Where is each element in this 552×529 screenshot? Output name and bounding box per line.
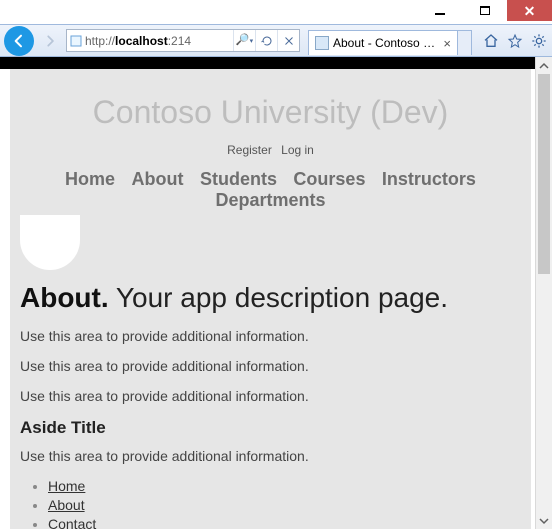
refresh-button[interactable] [255,30,277,51]
search-button[interactable]: 🔎▾ [233,30,255,51]
browser-viewport: Contoso University (Dev) Register Log in… [0,57,552,529]
maximize-icon [480,6,490,15]
address-bar[interactable]: http://localhost:214 🔎▾ [66,29,300,52]
scroll-up-button[interactable] [536,57,552,74]
heading-strong: About. [20,282,109,313]
login-link[interactable]: Log in [281,143,314,157]
nav-students[interactable]: Students [200,169,277,190]
tab-strip: About - Contoso Univ... × [308,26,472,55]
back-button[interactable] [4,26,34,56]
tab-title: About - Contoso Univ... [333,36,439,50]
url-scheme: http:// [85,34,115,48]
browser-toolbar: http://localhost:214 🔎▾ About - Contoso … [0,24,552,57]
minimize-icon [435,13,445,15]
paragraph-2: Use this area to provide additional info… [20,358,521,374]
nav-instructors[interactable]: Instructors [382,169,476,190]
list-item: Contact [48,516,521,529]
new-tab-button[interactable] [458,30,472,55]
forward-button[interactable] [38,29,62,53]
url-host: localhost [115,34,168,48]
page-heading: About. Your app description page. [20,282,521,314]
link-about[interactable]: About [48,497,85,513]
site-title: Contoso University (Dev) [18,69,523,143]
home-icon [483,33,499,49]
account-links: Register Log in [18,143,523,169]
aside-title: Aside Title [20,418,521,438]
main-nav: Home About Students Courses Instructors … [18,169,523,217]
nav-home[interactable]: Home [65,169,115,190]
url-rest: :214 [168,34,191,48]
page-body: Contoso University (Dev) Register Log in… [10,69,531,529]
list-item: About [48,497,521,513]
register-link[interactable]: Register [227,143,272,157]
star-icon [507,33,523,49]
window-titlebar: ✕ [0,0,552,24]
scroll-thumb[interactable] [538,74,550,274]
window-close-button[interactable]: ✕ [507,0,552,21]
heading-rest: Your app description page. [109,282,448,313]
nav-departments[interactable]: Departments [215,190,325,211]
link-contact[interactable]: Contact [48,516,96,529]
tools-button[interactable] [530,32,548,50]
arrow-left-icon [11,33,27,49]
home-button[interactable] [482,32,500,50]
header-strip [0,57,535,69]
favorites-button[interactable] [506,32,524,50]
address-text: http://localhost:214 [85,34,233,48]
scroll-track[interactable] [536,74,552,512]
paragraph-3: Use this area to provide additional info… [20,388,521,404]
content-area: About. Your app description page. Use th… [18,282,523,529]
window-maximize-button[interactable] [462,0,507,21]
link-home[interactable]: Home [48,478,85,494]
arrow-right-icon [43,34,57,48]
aside-link-list: Home About Contact [20,478,521,529]
vertical-scrollbar[interactable] [535,57,552,529]
logo-circle [20,215,80,270]
browser-command-icons [482,32,548,50]
aside-paragraph: Use this area to provide additional info… [20,448,521,464]
chevron-up-icon [539,61,549,71]
refresh-icon [261,35,273,47]
list-item: Home [48,478,521,494]
chevron-down-icon [539,516,549,526]
window-minimize-button[interactable] [417,0,462,21]
page-favicon-icon [67,35,85,47]
page-container: Contoso University (Dev) Register Log in… [0,57,535,529]
close-icon: ✕ [524,4,536,18]
tab-close-button[interactable]: × [443,36,451,51]
gear-icon [531,33,547,49]
tab-favicon-icon [315,36,329,50]
paragraph-1: Use this area to provide additional info… [20,328,521,344]
stop-icon [283,35,295,47]
stop-button[interactable] [277,30,299,51]
nav-about[interactable]: About [132,169,184,190]
browser-tab[interactable]: About - Contoso Univ... × [308,30,458,55]
nav-courses[interactable]: Courses [293,169,365,190]
scroll-down-button[interactable] [536,512,552,529]
